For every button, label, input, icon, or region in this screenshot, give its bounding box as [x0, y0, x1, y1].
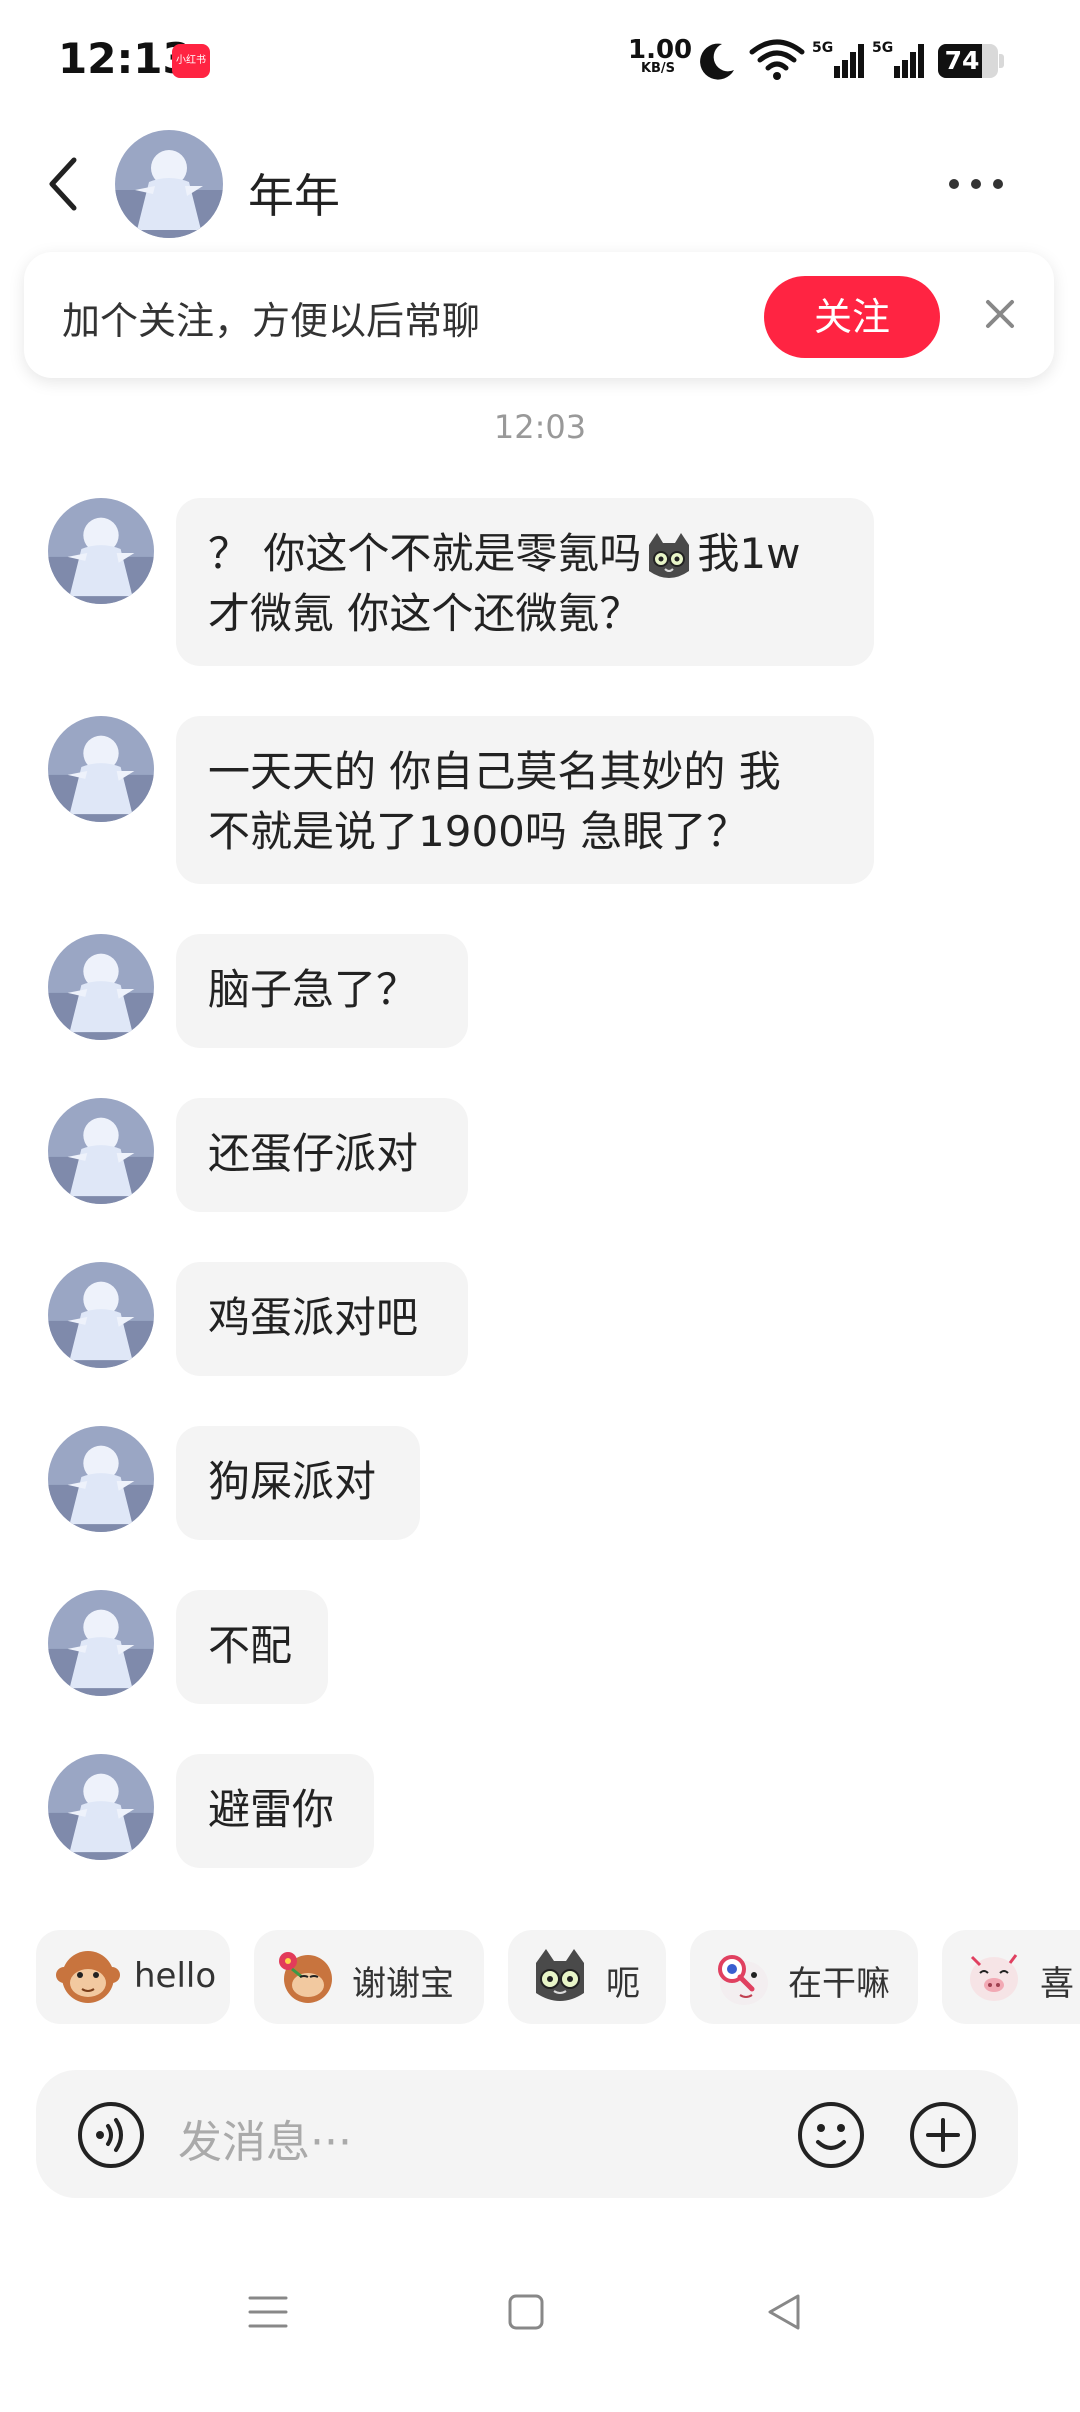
quick-reply-label: hello: [134, 1956, 217, 1996]
network-speed: 1.00 KB/S: [628, 35, 693, 76]
quick-reply-chip[interactable]: 喜: [942, 1930, 1080, 2024]
message-bubble[interactable]: ？ 你这个不就是零氪吗 我1w 才微氪 你这个还微氪？: [176, 498, 874, 666]
signal-icon: 5G: [812, 40, 864, 78]
plus-circle-icon[interactable]: [908, 2100, 978, 2170]
sender-avatar[interactable]: [48, 1098, 154, 1204]
sender-avatar[interactable]: [48, 1590, 154, 1696]
quick-reply-chip[interactable]: hello: [36, 1930, 230, 2024]
message-bubble[interactable]: 还蛋仔派对: [176, 1098, 468, 1212]
sender-avatar[interactable]: [48, 716, 154, 822]
monkey-emoji: [56, 1951, 120, 2003]
back-triangle-icon[interactable]: [762, 2290, 806, 2334]
close-icon[interactable]: [980, 294, 1020, 334]
message-bubble[interactable]: 避雷你: [176, 1754, 374, 1868]
signal-1-label: 5G: [812, 40, 833, 56]
message-bubble[interactable]: 脑子急了？: [176, 934, 468, 1048]
message-input[interactable]: 发消息···: [178, 2106, 352, 2170]
quick-reply-chip[interactable]: 在干嘛: [690, 1930, 918, 2024]
contact-avatar[interactable]: [115, 130, 223, 238]
sender-avatar[interactable]: [48, 934, 154, 1040]
message-bubble[interactable]: 鸡蛋派对吧: [176, 1262, 468, 1376]
sender-avatar[interactable]: [48, 498, 154, 604]
quick-reply-chip[interactable]: 呃: [508, 1930, 666, 2024]
menu-icon[interactable]: [246, 2290, 290, 2334]
follow-banner-text: 加个关注，方便以后常聊: [62, 299, 481, 343]
quick-reply-chip[interactable]: 谢谢宝: [254, 1930, 484, 2024]
quick-reply-label: 喜: [1040, 1964, 1074, 2004]
chat-header: 年年: [0, 120, 1080, 250]
follow-button[interactable]: 关注: [764, 276, 940, 358]
chat-timestamp: 12:03: [493, 408, 587, 446]
moon-icon: [700, 43, 734, 80]
battery-icon: 74: [938, 44, 1004, 78]
battery-level: 74: [944, 46, 980, 75]
wifi-icon: [749, 39, 805, 80]
sender-avatar[interactable]: [48, 1754, 154, 1860]
quick-reply-label: 谢谢宝: [352, 1964, 454, 2004]
sender-avatar[interactable]: [48, 1262, 154, 1368]
signal-2-label: 5G: [872, 40, 893, 56]
quick-reply-label: 呃: [606, 1964, 640, 2004]
system-nav-bar: [0, 2240, 1080, 2412]
smile-icon[interactable]: [796, 2100, 866, 2170]
quick-reply-label: 在干嘛: [788, 1964, 890, 2004]
signal-icon: 5G: [872, 40, 924, 78]
message-text-part: ？ 你这个不就是零氪吗: [208, 529, 642, 578]
cat-face-emoji: [649, 532, 690, 578]
contact-name[interactable]: 年年: [248, 160, 340, 226]
monkey-flower-emoji: [279, 1952, 332, 2003]
chevron-left-icon[interactable]: [40, 154, 88, 214]
sender-avatar[interactable]: [48, 1426, 154, 1532]
follow-banner: 加个关注，方便以后常聊 关注: [24, 252, 1054, 378]
cat-face-emoji: [536, 1949, 584, 2001]
more-dots-icon[interactable]: [946, 172, 1006, 196]
network-speed-value: 1.00: [628, 35, 693, 65]
pig-emoji: [970, 1954, 1018, 2001]
home-square-icon[interactable]: [504, 2290, 548, 2334]
message-bubble[interactable]: 一天天的 你自己莫名其妙的 我 不就是说了1900吗 急眼了？: [176, 716, 874, 884]
message-bubble[interactable]: 不配: [176, 1590, 328, 1704]
quick-reply-bar: hello 谢谢宝 呃 在干嘛 喜: [36, 1930, 1080, 2026]
voice-icon[interactable]: [76, 2100, 146, 2170]
app-notification-icon: 小红书: [172, 44, 210, 78]
message-input-bar: 发消息···: [36, 2070, 1018, 2198]
status-bar: 12:13 小红书 1.00 KB/S 5G 5G 74: [0, 0, 1080, 110]
message-bubble[interactable]: 狗屎派对: [176, 1426, 420, 1540]
magnifier-creature-emoji: [718, 1955, 768, 2005]
